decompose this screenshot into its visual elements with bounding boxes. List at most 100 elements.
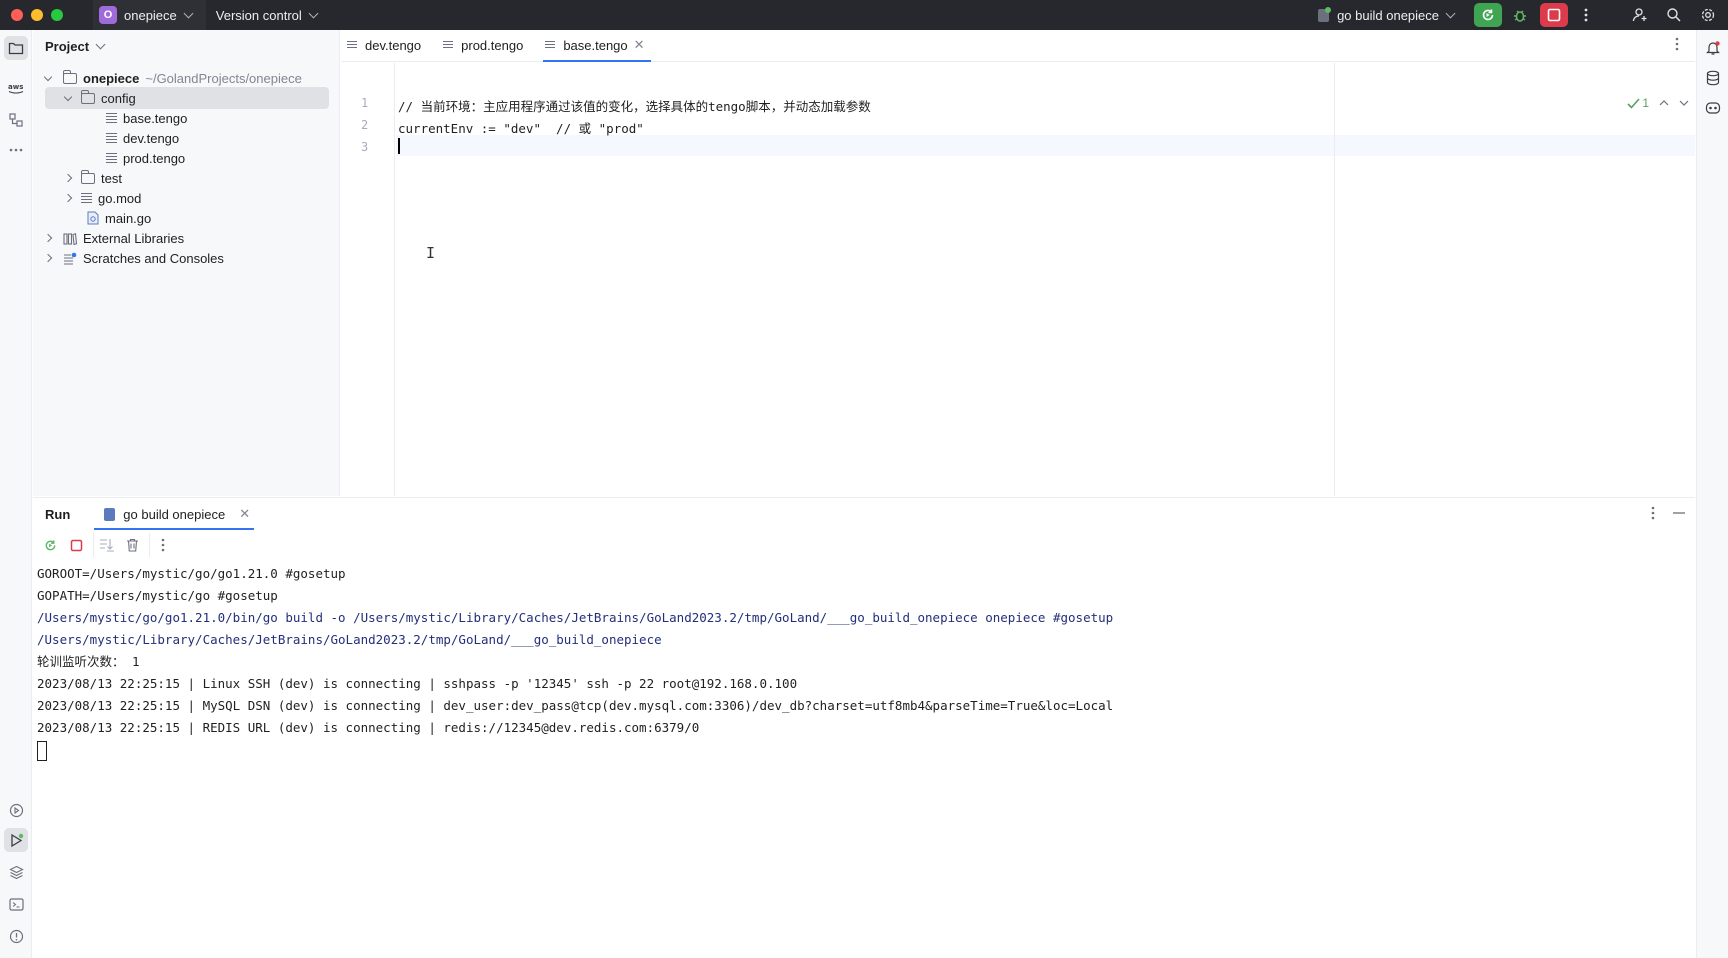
project-name: onepiece bbox=[124, 7, 177, 23]
code-line-2[interactable]: currentEnv := "dev" // 或 "prod" bbox=[398, 118, 644, 137]
text-file-icon bbox=[545, 40, 556, 50]
chevron-up-icon[interactable] bbox=[1659, 100, 1669, 106]
tree-item-label: External Libraries bbox=[83, 230, 185, 246]
clear-console-button[interactable] bbox=[119, 533, 145, 557]
project-panel-header[interactable]: Project bbox=[33, 30, 339, 63]
console-line[interactable]: /Users/mystic/go/go1.21.0/bin/go build -… bbox=[37, 607, 1113, 629]
run-tool-button[interactable] bbox=[4, 828, 28, 852]
close-tab-icon[interactable]: ✕ bbox=[634, 37, 645, 53]
project-badge: O bbox=[99, 6, 117, 24]
go-file-icon bbox=[1318, 6, 1332, 22]
inspection-widget[interactable]: 1 bbox=[1627, 96, 1689, 110]
collapse-arrow-icon[interactable] bbox=[43, 253, 53, 263]
tree-item-base-tengo[interactable]: base.tengo bbox=[33, 107, 333, 129]
console-line: GOPATH=/Users/mystic/go #gosetup bbox=[37, 588, 278, 603]
tree-item-test[interactable]: test bbox=[33, 167, 333, 189]
more-vertical-icon bbox=[1584, 8, 1588, 22]
problems-tool-button[interactable] bbox=[4, 924, 28, 948]
tree-item-label: dev.tengo bbox=[123, 130, 180, 146]
tree-item-label: go.mod bbox=[98, 190, 142, 206]
project-switcher[interactable]: O onepiece bbox=[93, 0, 206, 30]
right-tool-window-bar bbox=[1696, 30, 1728, 958]
notifications-tool-button[interactable] bbox=[1701, 36, 1725, 60]
maximize-window-button[interactable] bbox=[51, 9, 63, 21]
tab-label: base.tengo bbox=[563, 37, 628, 53]
run-tool-window: Run go build onepiece ✕ GOROOT=/Users/my… bbox=[33, 497, 1695, 958]
rerun-button[interactable] bbox=[1474, 3, 1502, 27]
version-control-menu[interactable]: Version control bbox=[216, 8, 325, 23]
current-line-highlight bbox=[396, 135, 1695, 156]
tree-item-dev-tengo[interactable]: dev.tengo bbox=[33, 127, 333, 149]
tab-prod-tengo[interactable]: prod.tengo bbox=[437, 29, 539, 61]
scroll-to-end-button[interactable] bbox=[93, 533, 119, 557]
run-tab-go-build[interactable]: go build onepiece ✕ bbox=[90, 498, 258, 530]
collapse-arrow-icon[interactable] bbox=[43, 233, 53, 243]
text-file-icon bbox=[106, 153, 117, 163]
tree-item-label: config bbox=[101, 90, 136, 106]
services-tool-button[interactable] bbox=[4, 798, 28, 822]
console-line[interactable]: /Users/mystic/Library/Caches/JetBrains/G… bbox=[37, 629, 1113, 651]
settings-button[interactable] bbox=[1694, 3, 1722, 27]
expand-arrow-icon[interactable] bbox=[43, 72, 53, 81]
collapse-arrow-icon[interactable] bbox=[63, 193, 73, 203]
code-line-1[interactable]: // 当前环境：主应用程序通过该值的变化，选择具体的tengo脚本，并动态加载参… bbox=[398, 96, 871, 115]
console-line: 2023/08/13 22:25:15 | REDIS URL (dev) is… bbox=[37, 720, 700, 735]
tree-item-main-go[interactable]: main.go bbox=[33, 207, 333, 229]
folder-icon bbox=[8, 42, 24, 55]
search-everywhere-button[interactable] bbox=[1660, 3, 1688, 27]
tree-item-config[interactable]: config bbox=[45, 87, 329, 109]
run-toolbar bbox=[33, 530, 1695, 560]
collapse-arrow-icon[interactable] bbox=[63, 173, 73, 183]
chevron-down-icon[interactable] bbox=[1679, 100, 1689, 106]
editor-area: dev.tengo prod.tengo base.tengo ✕ 1 2 3 … bbox=[341, 30, 1695, 496]
debug-button[interactable] bbox=[1506, 3, 1534, 27]
run-panel-header: Run go build onepiece ✕ bbox=[33, 498, 1695, 530]
tabs-more-button[interactable] bbox=[1675, 37, 1679, 54]
run-configuration-selector[interactable]: go build onepiece bbox=[1318, 6, 1462, 23]
close-tab-icon[interactable]: ✕ bbox=[239, 506, 250, 522]
line-number-gutter: 1 2 3 bbox=[341, 63, 395, 496]
console-input-cursor[interactable] bbox=[37, 741, 47, 761]
console-output[interactable]: GOROOT=/Users/mystic/go/go1.21.0 #gosetu… bbox=[37, 563, 1113, 761]
minimize-window-button[interactable] bbox=[31, 9, 43, 21]
window-controls bbox=[11, 9, 63, 21]
more-vertical-icon[interactable] bbox=[1651, 506, 1655, 520]
right-margin-guide bbox=[1334, 63, 1335, 496]
tree-item-scratches[interactable]: Scratches and Consoles bbox=[33, 247, 333, 269]
tab-dev-tengo[interactable]: dev.tengo bbox=[341, 29, 437, 61]
stop-button[interactable] bbox=[63, 533, 89, 557]
console-more-button[interactable] bbox=[149, 533, 175, 557]
svg-text:aws: aws bbox=[8, 83, 23, 91]
ai-assistant-tool-button[interactable] bbox=[1701, 96, 1725, 120]
more-tool-windows-button[interactable] bbox=[4, 138, 28, 162]
console-line: 2023/08/13 22:25:15 | Linux SSH (dev) is… bbox=[37, 676, 798, 691]
code-with-me-button[interactable] bbox=[1626, 3, 1654, 27]
tab-base-tengo[interactable]: base.tengo ✕ bbox=[539, 29, 660, 62]
root-folder-path: ~/GolandProjects/onepiece bbox=[145, 70, 302, 86]
run-tool-icon bbox=[10, 833, 23, 847]
database-tool-button[interactable] bbox=[1701, 66, 1725, 90]
expand-arrow-icon[interactable] bbox=[63, 92, 73, 101]
gear-icon bbox=[1701, 8, 1715, 22]
more-horizontal-icon bbox=[9, 148, 23, 152]
layers-tool-button[interactable] bbox=[4, 860, 28, 884]
stop-button[interactable] bbox=[1540, 3, 1568, 27]
tree-item-root[interactable]: onepiece ~/GolandProjects/onepiece bbox=[33, 67, 333, 89]
chevron-down-icon bbox=[95, 39, 106, 50]
minimize-panel-icon[interactable] bbox=[1673, 512, 1685, 514]
tree-item-label: main.go bbox=[105, 210, 152, 226]
terminal-tool-button[interactable] bbox=[4, 892, 28, 916]
aws-tool-button[interactable]: aws bbox=[4, 76, 28, 100]
more-vertical-icon bbox=[161, 538, 164, 552]
tree-item-external-libraries[interactable]: External Libraries bbox=[33, 227, 333, 249]
chevron-down-icon bbox=[183, 8, 194, 18]
structure-tool-button[interactable] bbox=[4, 108, 28, 132]
rerun-button[interactable] bbox=[37, 533, 63, 557]
tree-item-go-mod[interactable]: go.mod bbox=[33, 187, 333, 209]
text-file-icon bbox=[106, 133, 117, 143]
tree-item-prod-tengo[interactable]: prod.tengo bbox=[33, 147, 333, 169]
version-control-label: Version control bbox=[215, 7, 302, 23]
close-window-button[interactable] bbox=[11, 9, 23, 21]
project-tool-button[interactable] bbox=[4, 36, 28, 60]
more-actions-button[interactable] bbox=[1572, 3, 1600, 27]
